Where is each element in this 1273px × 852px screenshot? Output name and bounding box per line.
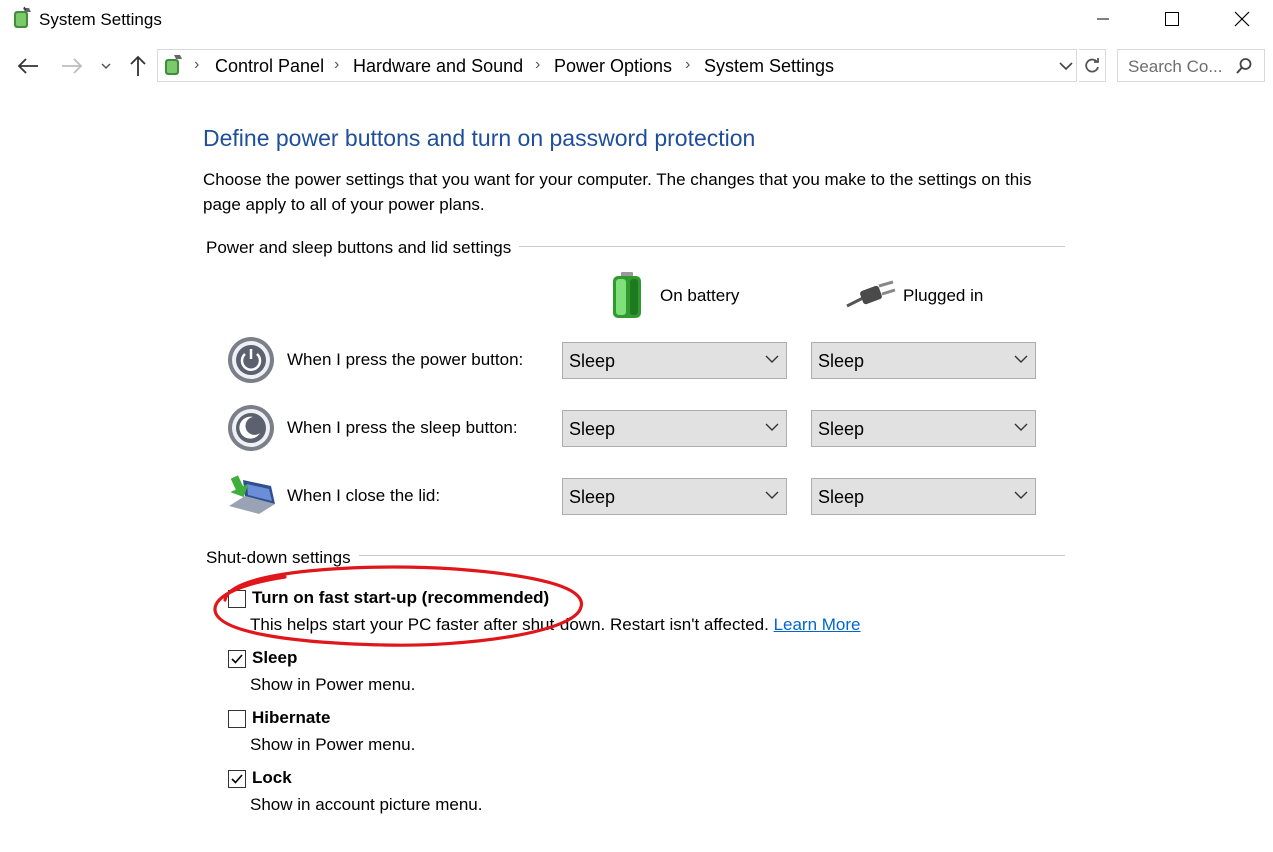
breadcrumb-system-settings[interactable]: System Settings [704, 56, 834, 77]
minimize-button[interactable] [1080, 0, 1126, 38]
breadcrumb-control-panel[interactable]: Control Panel [215, 56, 324, 77]
column-plugged-in: Plugged in [903, 286, 984, 305]
refresh-icon [1085, 57, 1099, 72]
title-bar: System Settings [0, 0, 1273, 38]
close-icon [1234, 11, 1250, 27]
search-placeholder: Search Co... [1128, 57, 1223, 76]
sleep-button-on-battery-select[interactable]: Sleep [562, 410, 787, 447]
chevron-down-icon [1014, 423, 1028, 431]
minimize-icon [1097, 18, 1109, 20]
select-value: Sleep [569, 351, 616, 371]
lock-label: Lock [252, 768, 292, 787]
sleep-button-icon [228, 405, 274, 451]
lock-checkbox[interactable] [228, 770, 246, 788]
checkmark-icon [231, 774, 243, 784]
checkmark-icon [231, 654, 243, 664]
page-title: Define power buttons and turn on passwor… [203, 125, 756, 151]
select-value: Sleep [818, 351, 865, 371]
breadcrumb-power-options[interactable]: Power Options [554, 56, 672, 77]
arrow-left-icon [17, 58, 38, 74]
chevron-right-icon: › [685, 56, 691, 73]
fast-startup-description: This helps start your PC faster after sh… [250, 615, 861, 635]
lock-description: Show in account picture menu. [250, 795, 483, 814]
hibernate-description: Show in Power menu. [250, 735, 416, 754]
fast-startup-label: Turn on fast start-up (recommended) [252, 588, 550, 607]
battery-icon [613, 272, 641, 318]
chevron-down-icon [765, 423, 779, 431]
select-value: Sleep [818, 419, 865, 439]
search-icon[interactable] [1235, 57, 1253, 75]
close-lid-plugged-in-select[interactable]: Sleep [811, 478, 1036, 515]
sleep-checkbox[interactable] [228, 650, 246, 668]
close-lid-label: When I close the lid: [287, 486, 441, 505]
refresh-button[interactable] [1079, 49, 1106, 82]
close-lid-on-battery-select[interactable]: Sleep [562, 478, 787, 515]
maximize-button[interactable] [1149, 0, 1195, 38]
power-plug-icon [846, 280, 896, 308]
learn-more-link[interactable]: Learn More [774, 615, 861, 634]
chevron-down-icon [1014, 355, 1028, 363]
power-button-plugged-in-select[interactable]: Sleep [811, 342, 1036, 379]
power-options-icon [14, 6, 31, 28]
select-value: Sleep [569, 419, 616, 439]
sleep-label: Sleep [252, 648, 298, 667]
hibernate-checkbox[interactable] [228, 710, 246, 728]
chevron-right-icon: › [334, 56, 340, 73]
power-button-icon [228, 337, 274, 383]
page-description: Choose the power settings that you want … [203, 170, 1032, 214]
chevron-down-icon [1014, 491, 1028, 499]
arrow-up-icon [130, 55, 146, 76]
up-button[interactable] [124, 52, 152, 80]
breadcrumb-hardware-and-sound[interactable]: Hardware and Sound [353, 56, 523, 77]
chevron-down-icon [765, 491, 779, 499]
sleep-button-plugged-in-select[interactable]: Sleep [811, 410, 1036, 447]
select-value: Sleep [569, 487, 616, 507]
control-panel-icon [165, 55, 182, 75]
back-button[interactable] [14, 52, 42, 80]
hibernate-label: Hibernate [252, 708, 331, 727]
power-button-on-battery-select[interactable]: Sleep [562, 342, 787, 379]
chevron-right-icon: › [535, 56, 541, 73]
maximize-icon [1165, 12, 1179, 26]
power-button-label: When I press the power button: [287, 350, 524, 369]
arrow-right-icon [62, 58, 83, 74]
address-dropdown-chevron-icon[interactable] [1059, 61, 1073, 71]
fast-startup-description-text: This helps start your PC faster after sh… [250, 615, 769, 634]
chevron-down-icon [765, 355, 779, 363]
recent-locations-button[interactable] [94, 52, 118, 80]
forward-button[interactable] [58, 52, 86, 80]
laptop-lid-icon [229, 475, 275, 514]
close-button[interactable] [1219, 0, 1265, 38]
window-title: System Settings [39, 10, 162, 29]
chevron-down-icon [101, 63, 111, 70]
chevron-right-icon: › [194, 56, 200, 73]
select-value: Sleep [818, 487, 865, 507]
column-on-battery: On battery [660, 286, 740, 305]
sleep-description: Show in Power menu. [250, 675, 416, 694]
sleep-button-label: When I press the sleep button: [287, 418, 518, 437]
section-title-power: Power and sleep buttons and lid settings [206, 238, 520, 258]
section-title-shutdown: Shut-down settings [206, 548, 359, 568]
fast-startup-checkbox[interactable] [228, 590, 246, 608]
